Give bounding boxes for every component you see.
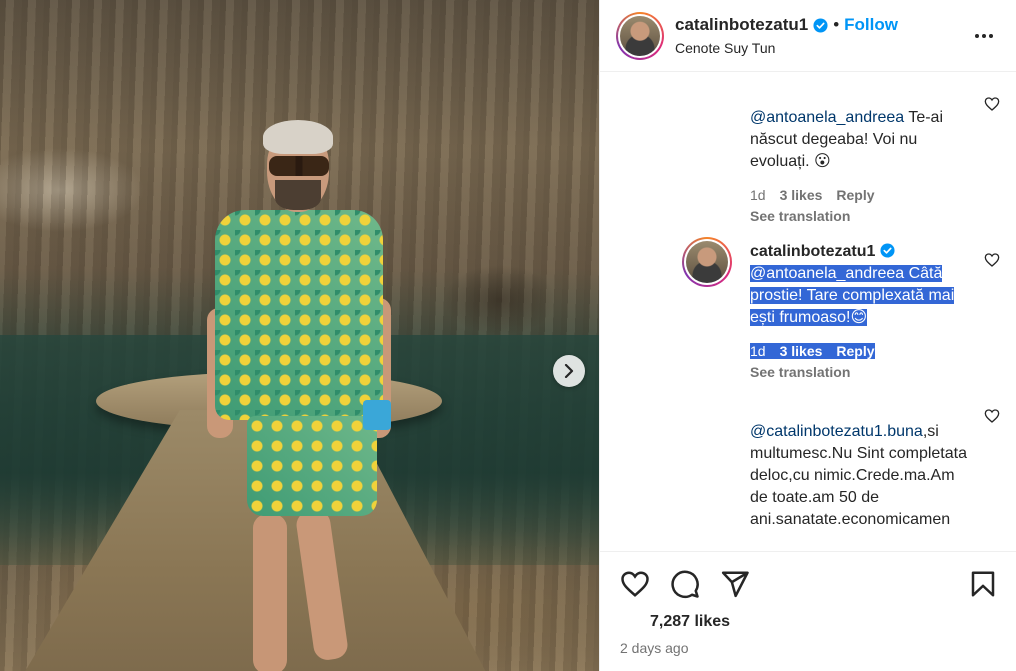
more-dots-icon (975, 34, 993, 38)
see-translation-link[interactable]: See translation (750, 208, 850, 224)
patterned-shirt (215, 210, 383, 420)
comment-mention[interactable]: @antoanela_andreea (750, 265, 904, 282)
author-username[interactable]: catalinbotezatu1 (675, 15, 808, 35)
comment-likes[interactable]: 3 likes (779, 343, 837, 359)
comment-meta: 1d 3 likes Reply (750, 343, 875, 359)
post-photo[interactable] (0, 0, 599, 671)
separator-dot: • (833, 15, 840, 34)
person-hair (263, 120, 333, 154)
comment-text: catalinbotezatu1 @antoanela_andreea Câtă… (750, 241, 980, 329)
person-beard (275, 180, 321, 210)
comment-like-icon[interactable] (984, 252, 1000, 268)
comment-reply-button[interactable]: Reply (836, 343, 875, 359)
comment-mention[interactable]: @catalinbotezatu1.buna (750, 423, 923, 440)
post-location[interactable]: Cenote Suy Tun (675, 40, 775, 56)
person-figure (205, 118, 405, 671)
likes-count[interactable]: 7,287 likes (650, 613, 730, 631)
comment-like-icon[interactable] (984, 96, 1000, 112)
person-leg-right (294, 508, 350, 662)
comment-like-icon[interactable] (984, 408, 1000, 424)
chevron-right-icon (564, 364, 574, 378)
author-avatar[interactable] (616, 12, 664, 60)
comment-meta: 1d 3 likes Reply (750, 187, 875, 203)
comments-list[interactable]: @antoanela_andreea Te-ai născut degeaba!… (600, 73, 1016, 551)
post-header: catalinbotezatu1 • Follow Cenote Suy Tun (600, 0, 1016, 72)
comment-username[interactable]: catalinbotezatu1 (750, 243, 875, 260)
more-options-button[interactable] (972, 24, 996, 48)
post-actions: 7,287 likes 2 days ago (600, 551, 1016, 671)
post-side-panel: catalinbotezatu1 • Follow Cenote Suy Tun… (599, 0, 1016, 671)
follow-button[interactable]: Follow (844, 15, 898, 35)
person-leg-left (253, 514, 287, 671)
comment-likes[interactable]: 3 likes (780, 187, 823, 203)
wrist-band (363, 400, 391, 430)
comment-author-avatar[interactable] (682, 237, 732, 287)
post-timestamp[interactable]: 2 days ago (620, 640, 689, 656)
next-image-button[interactable] (553, 355, 585, 387)
share-send-icon[interactable] (720, 569, 750, 599)
sunglasses (269, 156, 329, 176)
comment-time[interactable]: 1d (750, 343, 780, 359)
comment-time[interactable]: 1d (750, 187, 766, 203)
comment-text: @catalinbotezatu1.buna,si multumesc.Nu S… (750, 421, 968, 531)
comment-bubble-icon[interactable] (670, 569, 700, 599)
verified-badge-icon (880, 243, 895, 258)
verified-badge-icon (813, 17, 828, 33)
save-bookmark-icon[interactable] (968, 569, 998, 599)
author-line: catalinbotezatu1 • Follow (675, 15, 898, 35)
comment-reply-button[interactable]: Reply (836, 187, 874, 203)
comment-mention[interactable]: @antoanela_andreea (750, 109, 904, 126)
see-translation-link[interactable]: See translation (750, 364, 850, 380)
like-heart-icon[interactable] (620, 569, 650, 599)
patterned-shorts (247, 416, 377, 516)
comment-text: @antoanela_andreea Te-ai născut degeaba!… (750, 107, 980, 173)
